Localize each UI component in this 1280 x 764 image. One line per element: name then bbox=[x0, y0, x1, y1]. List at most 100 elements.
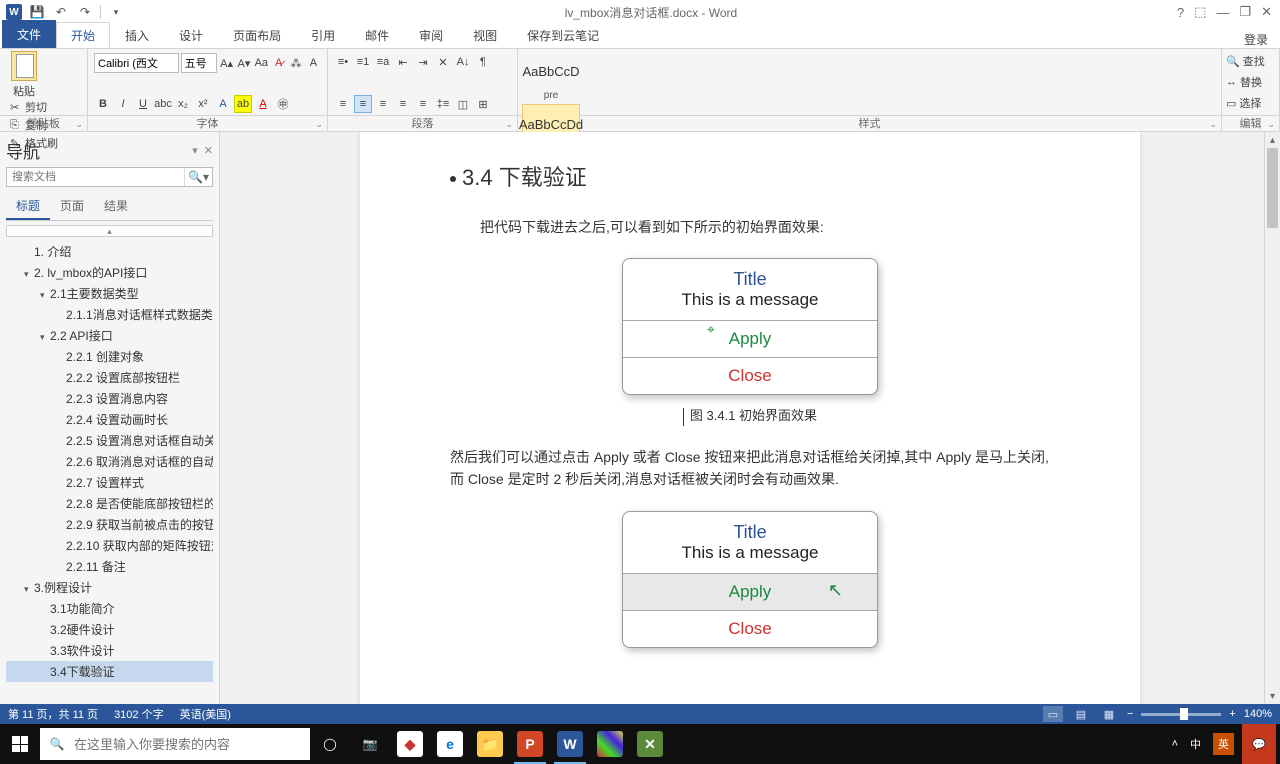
style-item[interactable]: AaBbCcDpre bbox=[522, 51, 580, 102]
ime-lang-1[interactable]: 中 bbox=[1186, 734, 1205, 754]
nav-item[interactable]: 2.2.9 获取当前被点击的按钮id bbox=[6, 514, 213, 535]
text-direction-icon[interactable]: ✕ bbox=[434, 53, 452, 71]
nav-tab-headings[interactable]: 标题 bbox=[6, 193, 50, 220]
explorer-app[interactable]: 📁 bbox=[470, 724, 510, 764]
phonetic-icon[interactable]: ⁂ bbox=[288, 54, 303, 72]
login-link[interactable]: 登录 bbox=[1244, 31, 1280, 48]
nav-item[interactable]: 2.1.1消息对话框样式数据类型 bbox=[6, 304, 213, 325]
tab-review[interactable]: 审阅 bbox=[404, 22, 458, 48]
task-view-icon[interactable]: ◯ bbox=[310, 724, 350, 764]
multilevel-icon[interactable]: ≡a bbox=[374, 53, 392, 71]
shrink-font-icon[interactable]: A▾ bbox=[236, 54, 251, 72]
nav-item[interactable]: 2.2.8 是否使能底部按钮栏的文... bbox=[6, 493, 213, 514]
search-icon[interactable]: 🔍▾ bbox=[184, 168, 212, 186]
show-marks-icon[interactable]: ¶ bbox=[474, 53, 492, 71]
cut-button[interactable]: ✂剪切 bbox=[10, 99, 81, 115]
notification-center-icon[interactable]: 💬 bbox=[1242, 724, 1276, 764]
document-area[interactable]: ⌃ ▴ ▾ 3.4 下载验证 把代码下载进去之后,可以看到如下所示的初始界面效果… bbox=[220, 132, 1280, 704]
font-family-select[interactable]: Calibri (西文 bbox=[94, 53, 179, 73]
nav-item[interactable]: 2.2.6 取消消息对话框的自动关闭 bbox=[6, 451, 213, 472]
styles-gallery[interactable]: AaBbCcDpreAaBbCcDd↵ 正文AaBl标题 1AaBbC标题 2A… bbox=[518, 49, 1222, 115]
nav-item[interactable]: ▾3.例程设计 bbox=[6, 577, 213, 598]
strike-icon[interactable]: abc bbox=[154, 95, 172, 113]
subscript-icon[interactable]: x₂ bbox=[174, 95, 192, 113]
zoom-handle[interactable] bbox=[1180, 708, 1188, 720]
nav-close-icon[interactable]: ✕ bbox=[204, 144, 213, 157]
taskbar-search[interactable]: 🔍 bbox=[40, 728, 310, 760]
close-icon[interactable]: ✕ bbox=[1261, 4, 1272, 20]
zoom-out-icon[interactable]: − bbox=[1127, 708, 1133, 720]
tab-references[interactable]: 引用 bbox=[296, 22, 350, 48]
highlight-icon[interactable]: ab bbox=[234, 95, 252, 113]
nav-item[interactable]: 1. 介绍 bbox=[6, 241, 213, 262]
nav-item[interactable]: 2.2.4 设置动画时长 bbox=[6, 409, 213, 430]
format-painter-button[interactable]: ✎格式刷 bbox=[10, 135, 81, 151]
save-icon[interactable]: 💾 bbox=[28, 3, 46, 21]
nav-item[interactable]: 3.4下载验证 bbox=[6, 661, 213, 682]
shading-icon[interactable]: ◫ bbox=[454, 95, 472, 113]
nav-item[interactable]: 3.1功能简介 bbox=[6, 598, 213, 619]
outdent-icon[interactable]: ⇤ bbox=[394, 53, 412, 71]
maximize-icon[interactable]: ❐ bbox=[1239, 4, 1251, 20]
camera-app[interactable]: 📷 bbox=[350, 724, 390, 764]
tab-insert[interactable]: 插入 bbox=[110, 22, 164, 48]
minimize-icon[interactable]: — bbox=[1216, 5, 1229, 20]
taskbar-search-input[interactable] bbox=[74, 737, 310, 752]
font-color-icon[interactable]: A bbox=[254, 95, 272, 113]
nav-search-input[interactable] bbox=[7, 168, 184, 186]
nav-item[interactable]: 2.2.1 创建对象 bbox=[6, 346, 213, 367]
tab-layout[interactable]: 页面布局 bbox=[218, 22, 296, 48]
nav-tab-pages[interactable]: 页面 bbox=[50, 193, 94, 220]
line-spacing-icon[interactable]: ‡≡ bbox=[434, 95, 452, 113]
zoom-value[interactable]: 140% bbox=[1244, 708, 1272, 720]
nav-collapse-bar[interactable]: ▴ bbox=[6, 225, 213, 237]
paste-button[interactable]: 粘贴 bbox=[6, 51, 42, 99]
find-button[interactable]: 🔍查找 bbox=[1226, 53, 1275, 69]
numbering-icon[interactable]: ≡1 bbox=[354, 53, 372, 71]
tab-home[interactable]: 开始 bbox=[56, 22, 110, 48]
border-icon[interactable]: A bbox=[306, 54, 321, 72]
vertical-scrollbar[interactable]: ▴ ▾ bbox=[1264, 132, 1280, 704]
nav-options-icon[interactable]: ▾ bbox=[192, 144, 198, 157]
app-3[interactable]: ✕ bbox=[630, 724, 670, 764]
tray-expand-icon[interactable]: ˄ bbox=[1172, 738, 1178, 750]
powerpoint-app[interactable]: P bbox=[510, 724, 550, 764]
bold-icon[interactable]: B bbox=[94, 95, 112, 113]
ribbon-display-icon[interactable]: ⬚ bbox=[1194, 4, 1206, 20]
nav-item[interactable]: 3.2硬件设计 bbox=[6, 619, 213, 640]
undo-icon[interactable]: ↶ bbox=[52, 3, 70, 21]
borders-icon[interactable]: ⊞ bbox=[474, 95, 492, 113]
tab-cloud[interactable]: 保存到云笔记 bbox=[512, 22, 614, 48]
select-button[interactable]: ▭选择 bbox=[1226, 95, 1275, 111]
nav-item[interactable]: ▾2.1主要数据类型 bbox=[6, 283, 213, 304]
align-center-icon[interactable]: ≡ bbox=[354, 95, 372, 113]
nav-item[interactable]: 2.2.10 获取内部的矩阵按钮对象 bbox=[6, 535, 213, 556]
start-button[interactable] bbox=[0, 724, 40, 764]
nav-item[interactable]: ▾2.2 API接口 bbox=[6, 325, 213, 346]
nav-item[interactable]: 2.2.7 设置样式 bbox=[6, 472, 213, 493]
redo-icon[interactable]: ↷ bbox=[76, 3, 94, 21]
nav-item[interactable]: 2.2.3 设置消息内容 bbox=[6, 388, 213, 409]
edge-app[interactable]: e bbox=[430, 724, 470, 764]
distribute-icon[interactable]: ≡ bbox=[414, 95, 432, 113]
justify-icon[interactable]: ≡ bbox=[394, 95, 412, 113]
app-1[interactable]: ◆ bbox=[390, 724, 430, 764]
tab-file[interactable]: 文件 bbox=[2, 20, 56, 48]
qat-dropdown-icon[interactable]: ▾ bbox=[107, 3, 125, 21]
tab-mail[interactable]: 邮件 bbox=[350, 22, 404, 48]
scroll-down-icon[interactable]: ▾ bbox=[1265, 688, 1280, 704]
nav-item[interactable]: 3.3软件设计 bbox=[6, 640, 213, 661]
text-effects-icon[interactable]: A bbox=[214, 95, 232, 113]
align-right-icon[interactable]: ≡ bbox=[374, 95, 392, 113]
grow-font-icon[interactable]: A▴ bbox=[219, 54, 234, 72]
nav-item[interactable]: 2.2.2 设置底部按钮栏 bbox=[6, 367, 213, 388]
nav-item[interactable]: 2.2.5 设置消息对话框自动关闭 bbox=[6, 430, 213, 451]
replace-button[interactable]: ↔替换 bbox=[1226, 74, 1275, 90]
scroll-up-icon[interactable]: ▴ bbox=[1265, 132, 1280, 148]
tab-design[interactable]: 设计 bbox=[164, 22, 218, 48]
nav-tree[interactable]: 1. 介绍▾2. lv_mbox的API接口▾2.1主要数据类型2.1.1消息对… bbox=[6, 241, 213, 698]
superscript-icon[interactable]: x² bbox=[194, 95, 212, 113]
scrollbar-thumb[interactable] bbox=[1267, 148, 1278, 228]
indent-icon[interactable]: ⇥ bbox=[414, 53, 432, 71]
help-icon[interactable]: ? bbox=[1177, 5, 1184, 20]
